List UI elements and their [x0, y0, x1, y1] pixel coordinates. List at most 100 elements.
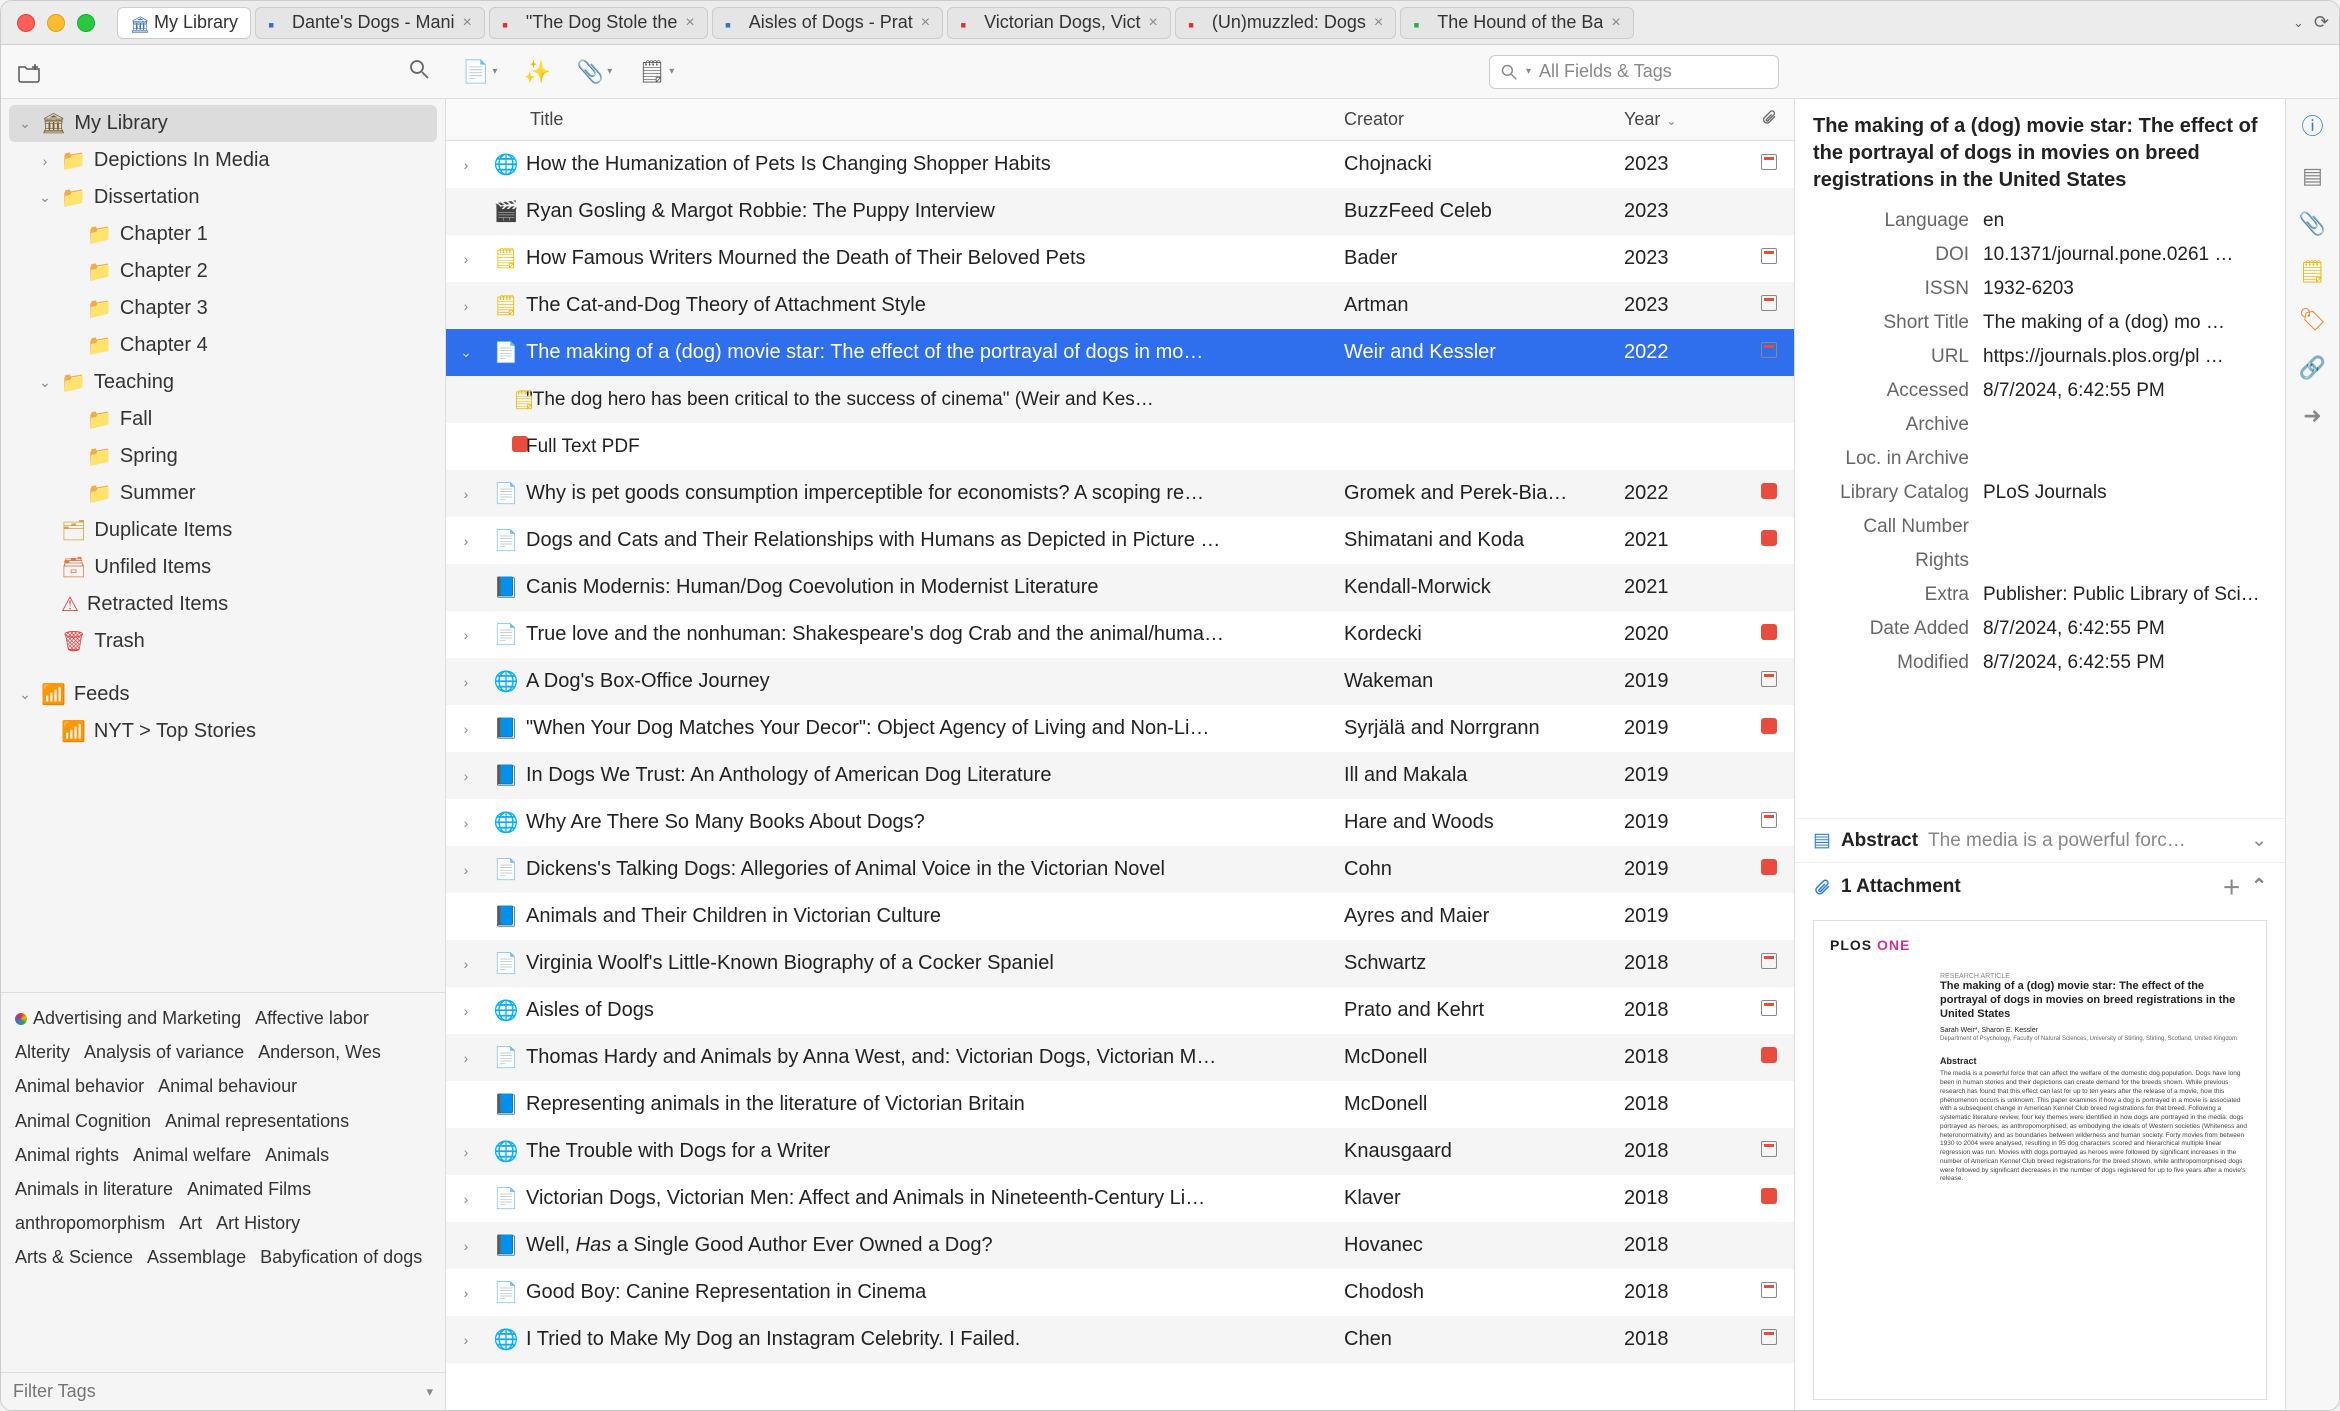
- item-row[interactable]: ›🌐The Trouble with Dogs for a WriterKnau…: [446, 1128, 1794, 1175]
- twisty-icon[interactable]: ›: [446, 1191, 486, 1207]
- col-creator[interactable]: Creator: [1344, 109, 1624, 130]
- tree-item[interactable]: 📁Fall: [9, 401, 437, 438]
- tab[interactable]: ▪"The Dog Stole the×: [489, 7, 708, 39]
- zoom-window-button[interactable]: [77, 14, 95, 32]
- tree-item[interactable]: 📁Chapter 2: [9, 253, 437, 290]
- twisty-icon[interactable]: ›: [446, 298, 486, 314]
- tree-item[interactable]: 📁Chapter 3: [9, 290, 437, 327]
- metadata-row[interactable]: Call Number: [1813, 510, 2267, 544]
- twisty-icon[interactable]: ›: [446, 157, 486, 173]
- twisty-icon[interactable]: ›: [446, 251, 486, 267]
- tree-item[interactable]: ›📁Depictions In Media: [9, 142, 437, 179]
- tree-item[interactable]: 📶NYT > Top Stories: [9, 713, 437, 750]
- metadata-row[interactable]: ExtraPublisher: Public Library of Scienc…: [1813, 578, 2267, 612]
- tags-tab-icon[interactable]: 🏷: [2299, 307, 2327, 333]
- twisty-icon[interactable]: ›: [446, 862, 486, 878]
- twisty-icon[interactable]: ›: [37, 153, 53, 169]
- metadata-row[interactable]: ISSN1932-6203: [1813, 272, 2267, 306]
- item-row[interactable]: ›🌐A Dog's Box-Office JourneyWakeman2019: [446, 658, 1794, 705]
- abstract-tab-icon[interactable]: ▤: [2302, 163, 2323, 189]
- metadata-row[interactable]: Rights: [1813, 544, 2267, 578]
- item-row[interactable]: ›📘In Dogs We Trust: An Anthology of Amer…: [446, 752, 1794, 799]
- tag[interactable]: Animated Films: [187, 1172, 311, 1206]
- item-row[interactable]: 🎬Ryan Gosling & Margot Robbie: The Puppy…: [446, 188, 1794, 235]
- twisty-icon[interactable]: ›: [446, 1238, 486, 1254]
- item-row[interactable]: ›📘"When Your Dog Matches Your Decor": Ob…: [446, 705, 1794, 752]
- twisty-icon[interactable]: ›: [446, 768, 486, 784]
- tag[interactable]: Animals: [265, 1138, 329, 1172]
- tag[interactable]: Babyfication of dogs: [260, 1240, 422, 1274]
- item-row[interactable]: Full Text PDF: [446, 423, 1794, 470]
- item-row[interactable]: ›📄Good Boy: Canine Representation in Cin…: [446, 1269, 1794, 1316]
- tag-filter-input[interactable]: [13, 1381, 418, 1402]
- tree-item[interactable]: 🗂Duplicate Items: [9, 512, 437, 549]
- tag-filter-menu-icon[interactable]: ▾: [426, 1384, 433, 1400]
- item-row[interactable]: ›📄True love and the nonhuman: Shakespear…: [446, 611, 1794, 658]
- tag[interactable]: Advertising and Marketing: [15, 1001, 241, 1035]
- col-title[interactable]: Title: [526, 109, 1344, 130]
- tab[interactable]: ▪(Un)muzzled: Dogs×: [1175, 7, 1396, 39]
- attachments-tab-icon[interactable]: 📎: [2299, 211, 2326, 237]
- metadata-row[interactable]: Modified8/7/2024, 6:42:55 PM: [1813, 646, 2267, 680]
- item-row[interactable]: ›📄Victorian Dogs, Victorian Men: Affect …: [446, 1175, 1794, 1222]
- attachment-preview[interactable]: PLOS ONE RESEARCH ARTICLE The making of …: [1795, 910, 2285, 1410]
- item-row[interactable]: 📘Animals and Their Children in Victorian…: [446, 893, 1794, 940]
- tab-close-icon[interactable]: ×: [921, 14, 930, 32]
- twisty-icon[interactable]: ›: [446, 533, 486, 549]
- metadata-row[interactable]: Archive: [1813, 408, 2267, 442]
- tag[interactable]: Alterity: [15, 1035, 70, 1069]
- tree-item[interactable]: 📁Spring: [9, 438, 437, 475]
- tag[interactable]: Animals in literature: [15, 1172, 173, 1206]
- new-item-button[interactable]: 📄▾: [462, 59, 497, 85]
- tag[interactable]: Affective labor: [255, 1001, 369, 1035]
- twisty-icon[interactable]: ›: [446, 674, 486, 690]
- twisty-icon[interactable]: ›: [446, 1332, 486, 1348]
- tab-close-icon[interactable]: ×: [1149, 14, 1158, 32]
- locate-tab-icon[interactable]: ➜: [2303, 403, 2321, 429]
- item-row[interactable]: 📘Canis Modernis: Human/Dog Coevolution i…: [446, 564, 1794, 611]
- tree-item[interactable]: ⌄🏛My Library: [9, 105, 437, 142]
- items-list[interactable]: ›🌐How the Humanization of Pets Is Changi…: [446, 141, 1794, 1410]
- tag[interactable]: Art History: [216, 1206, 300, 1240]
- twisty-icon[interactable]: ⌄: [37, 189, 53, 206]
- item-row[interactable]: ›📄Dogs and Cats and Their Relationships …: [446, 517, 1794, 564]
- item-row[interactable]: ›🌐Aisles of DogsPrato and Kehrt2018: [446, 987, 1794, 1034]
- tab[interactable]: ▪Victorian Dogs, Vict×: [947, 7, 1171, 39]
- tag[interactable]: Animal welfare: [133, 1138, 251, 1172]
- tree-item[interactable]: 📁Chapter 4: [9, 327, 437, 364]
- twisty-icon[interactable]: ›: [446, 1285, 486, 1301]
- item-row[interactable]: 📘Representing animals in the literature …: [446, 1081, 1794, 1128]
- tab[interactable]: ▪The Hound of the Ba×: [1400, 7, 1633, 39]
- twisty-icon[interactable]: ⌄: [17, 686, 33, 703]
- twisty-icon[interactable]: ⌄: [17, 115, 33, 132]
- search-field[interactable]: ▾ All Fields & Tags: [1489, 55, 1779, 89]
- tab-close-icon[interactable]: ×: [1611, 14, 1620, 32]
- item-row[interactable]: ›📄Virginia Woolf's Little-Known Biograph…: [446, 940, 1794, 987]
- tag[interactable]: Animal Cognition: [15, 1104, 151, 1138]
- note-button[interactable]: 🗒▾: [638, 59, 674, 85]
- twisty-icon[interactable]: ⌄: [446, 344, 486, 361]
- minimize-window-button[interactable]: [47, 14, 65, 32]
- tree-item[interactable]: ⌄📁Dissertation: [9, 179, 437, 216]
- item-row[interactable]: ›🗒How Famous Writers Mourned the Death o…: [446, 235, 1794, 282]
- metadata-row[interactable]: Loc. in Archive: [1813, 442, 2267, 476]
- tag[interactable]: Art: [179, 1206, 202, 1240]
- tree-item[interactable]: 🗃Unfiled Items: [9, 549, 437, 586]
- tab-close-icon[interactable]: ×: [463, 14, 472, 32]
- tree-item[interactable]: ⌄📁Teaching: [9, 364, 437, 401]
- metadata-row[interactable]: DOI10.1371/journal.pone.0261 …: [1813, 238, 2267, 272]
- tag[interactable]: Animal rights: [15, 1138, 119, 1172]
- metadata-row[interactable]: Library CatalogPLoS Journals: [1813, 476, 2267, 510]
- tag[interactable]: Anderson, Wes: [258, 1035, 381, 1069]
- item-row[interactable]: ›🌐I Tried to Make My Dog an Instagram Ce…: [446, 1316, 1794, 1363]
- tags-pane[interactable]: Advertising and Marketing Affective labor…: [1, 992, 445, 1372]
- related-tab-icon[interactable]: 🔗: [2299, 355, 2326, 381]
- tag[interactable]: Animal representations: [165, 1104, 349, 1138]
- collection-search-button[interactable]: [408, 58, 430, 86]
- twisty-icon[interactable]: ⌄: [37, 374, 53, 391]
- item-row[interactable]: ›📘Well, Has a Single Good Author Ever Ow…: [446, 1222, 1794, 1269]
- metadata-row[interactable]: Short TitleThe making of a (dog) mo …: [1813, 306, 2267, 340]
- tag[interactable]: Arts & Science: [15, 1240, 133, 1274]
- tree-item[interactable]: ⌄📶Feeds: [9, 676, 437, 713]
- tag[interactable]: anthropomorphism: [15, 1206, 165, 1240]
